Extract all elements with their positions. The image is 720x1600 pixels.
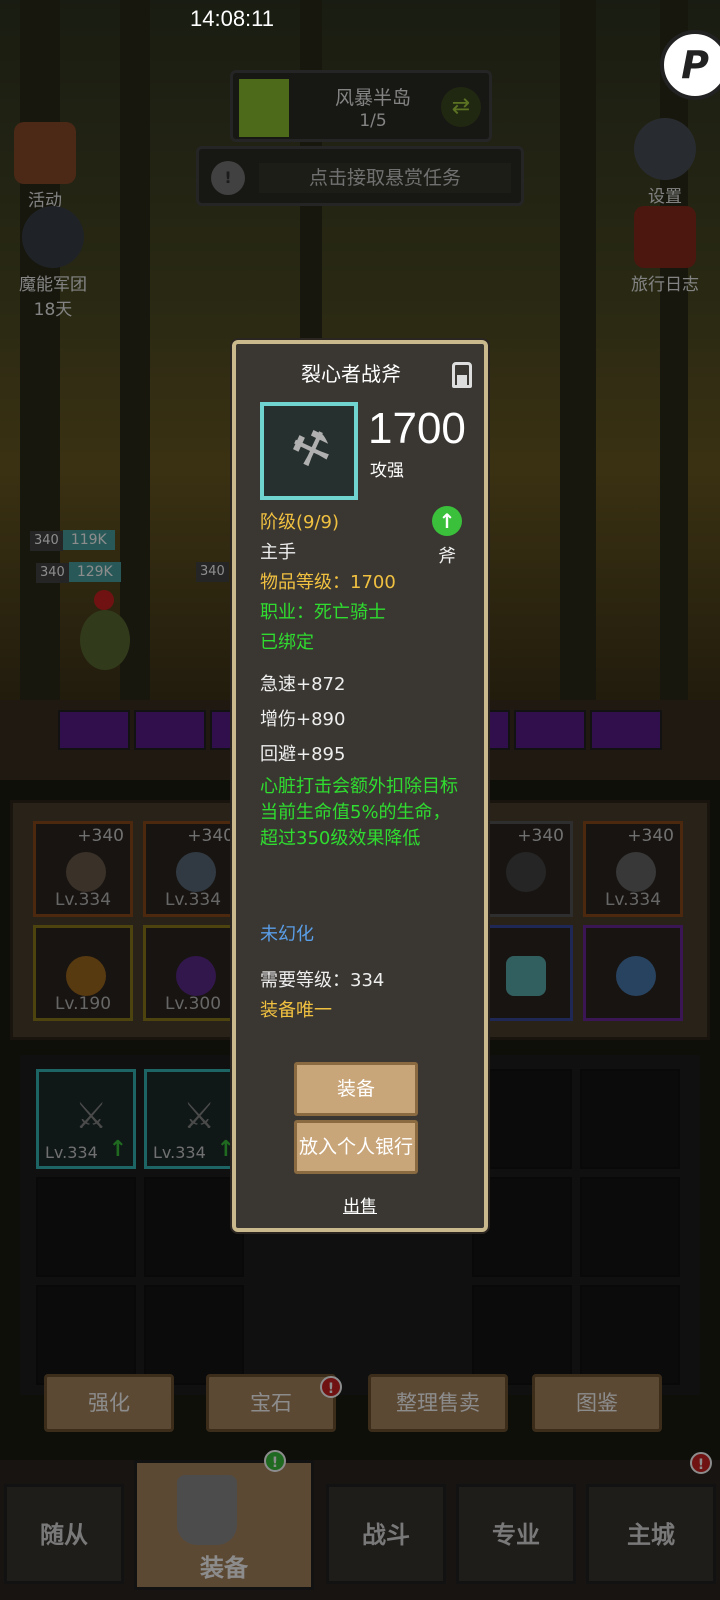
item-effect: 心脏打击会额外扣除目标当前生命值5%的生命，超过350级效果降低: [260, 776, 458, 849]
unique-equip: 装备唯一: [260, 1000, 332, 1021]
status-time: 14:08:11: [190, 6, 275, 31]
item-detail-dialog: 裂心者战斧 ⚒ 1700 攻强 阶级(9/9) ↑ 主手 斧 物品等级：1700…: [232, 340, 488, 1232]
transmog-status: 未幻化: [260, 924, 314, 945]
item-level-line: 物品等级：1700: [260, 572, 396, 593]
item-power-label: 攻强: [370, 461, 404, 481]
item-power: 1700: [368, 404, 466, 453]
axe-icon: ⚒: [284, 418, 339, 481]
item-bound: 已绑定: [260, 632, 314, 653]
item-slot: 主手: [260, 542, 296, 563]
required-level: 需要等级：334: [260, 970, 385, 991]
bank-button[interactable]: 放入个人银行: [294, 1120, 418, 1174]
upgrade-arrow-icon: ↑: [432, 506, 462, 536]
stat-damage: 增伤+890: [260, 709, 346, 730]
weapon-type: 斧: [438, 546, 456, 567]
item-tier: 阶级(9/9): [260, 512, 340, 533]
item-name: 裂心者战斧: [301, 362, 401, 386]
stat-haste: 急速+872: [260, 674, 346, 695]
equip-button[interactable]: 装备: [294, 1062, 418, 1116]
item-icon-frame: ⚒: [260, 402, 358, 500]
sell-link[interactable]: 出售: [236, 1192, 484, 1217]
item-class: 职业：死亡骑士: [260, 602, 386, 623]
lock-icon[interactable]: [452, 362, 472, 388]
stat-dodge: 回避+895: [260, 744, 346, 765]
